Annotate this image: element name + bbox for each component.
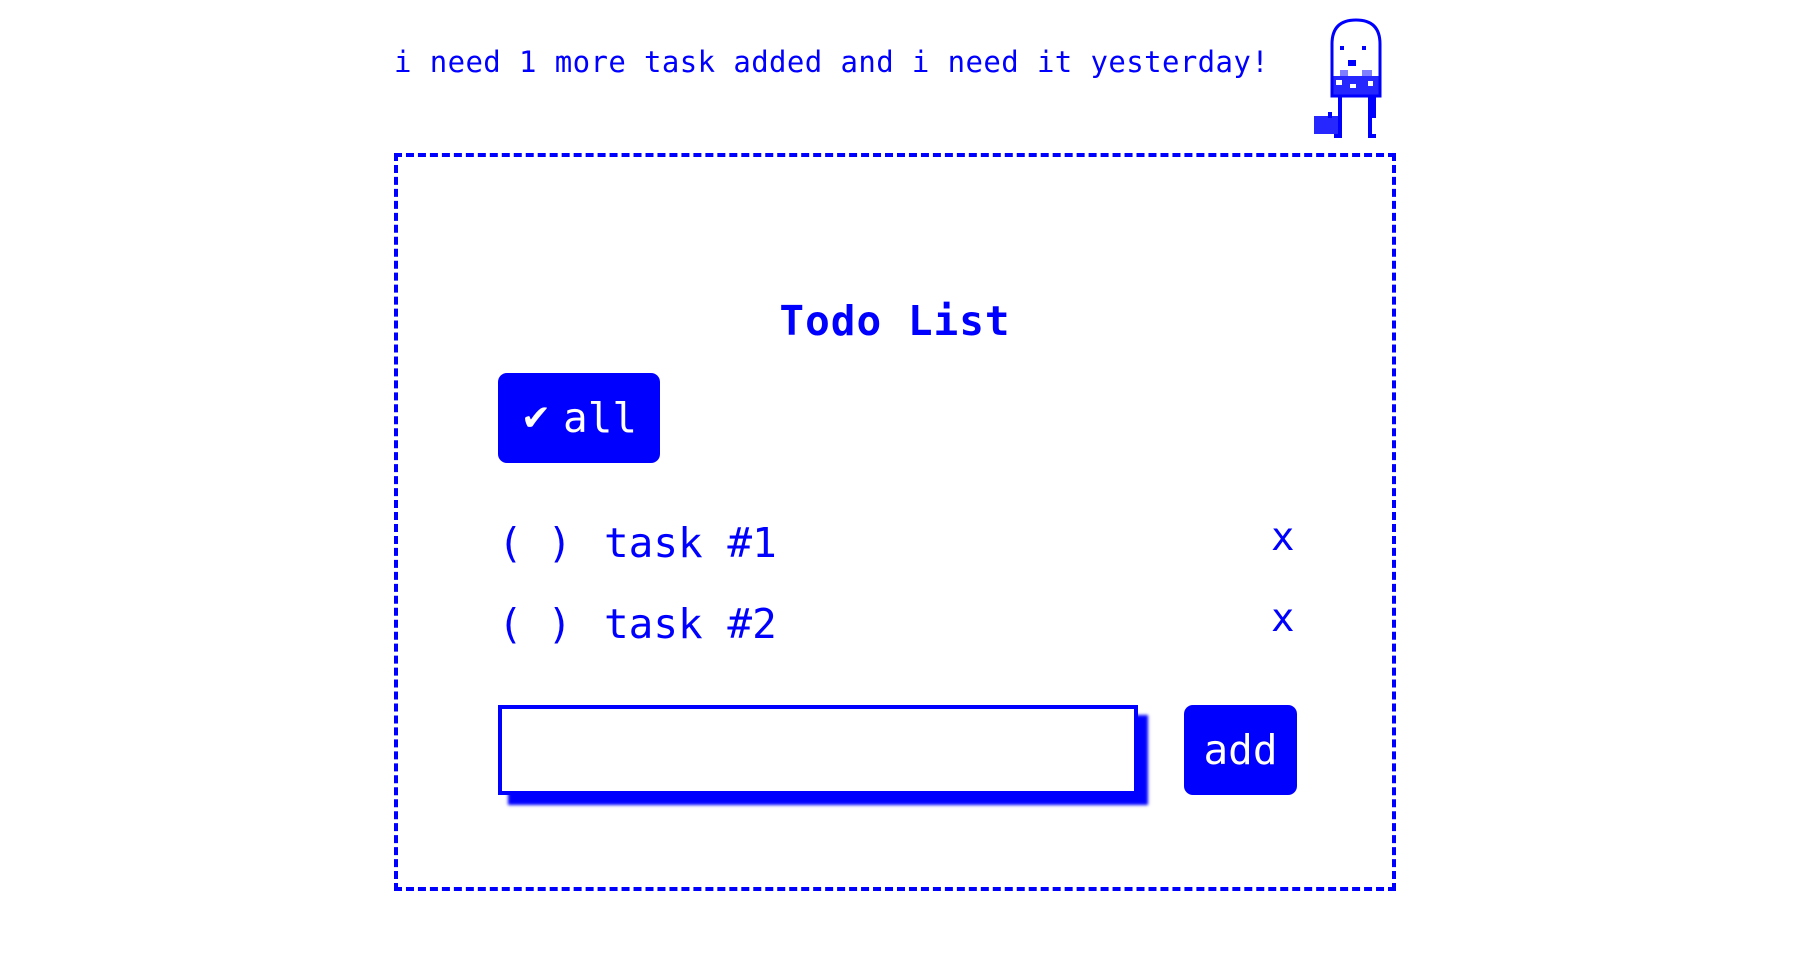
delete-task-button[interactable]: x <box>1271 515 1294 560</box>
task-checkbox[interactable]: ( ) <box>498 519 572 567</box>
office-worker-ghost-icon <box>1314 18 1382 138</box>
task-checkbox[interactable]: ( ) <box>498 600 572 648</box>
new-task-input[interactable] <box>498 705 1138 795</box>
checkmark-icon: ✔ <box>520 397 552 439</box>
task-label: task #1 <box>604 519 777 567</box>
task-label: task #2 <box>604 600 777 648</box>
boss-message: i need 1 more task added and i need it y… <box>394 45 1270 79</box>
task-item: ( ) task #2 x <box>498 596 1298 660</box>
toggle-all-button[interactable]: ✔ all <box>498 373 660 463</box>
add-task-button[interactable]: add <box>1184 705 1297 795</box>
toggle-all-label: all <box>563 394 638 442</box>
delete-task-button[interactable]: x <box>1271 596 1294 641</box>
task-item: ( ) task #1 x <box>498 515 1298 579</box>
todo-app-frame: Todo List ✔ all ( ) task #1 x ( ) task #… <box>394 153 1396 891</box>
app-title: Todo List <box>779 297 1011 345</box>
